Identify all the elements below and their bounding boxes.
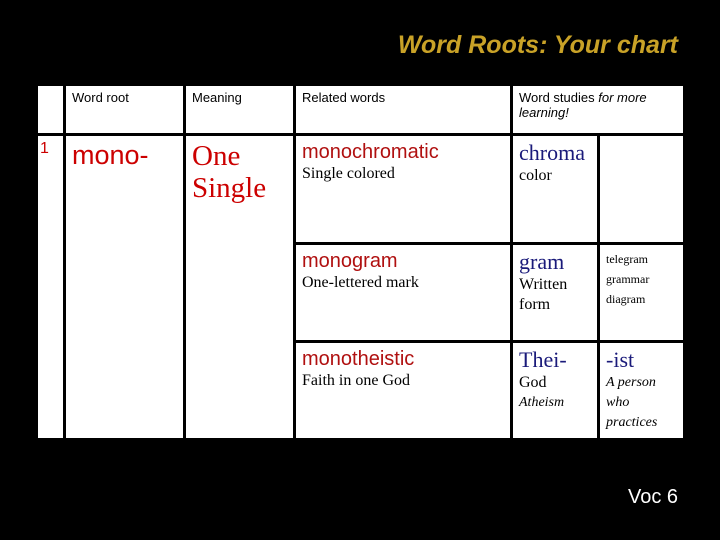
study-word: gram — [519, 249, 565, 274]
word-roots-table: Word root Meaning Related words Word stu… — [35, 83, 686, 441]
related-definition: One-lettered mark — [302, 274, 419, 291]
header-related-words: Related words — [293, 83, 513, 136]
entry-root-cell: mono- — [63, 133, 186, 441]
study-word: chroma — [519, 140, 585, 165]
more-learning-cell — [597, 133, 686, 245]
entry-number: 1 — [35, 133, 66, 441]
header-word-studies: Word studies for more learning! — [510, 83, 686, 136]
study-definition: God — [519, 374, 547, 391]
more-word-item: diagram — [606, 292, 646, 306]
study-definition: Written form — [519, 276, 568, 313]
page-title: Word Roots: Your chart — [397, 31, 678, 59]
related-word-cell: monotheistic Faith in one God — [293, 340, 513, 441]
related-word: monogram — [302, 250, 398, 272]
meaning-line: Single — [192, 172, 267, 204]
study-definition: color — [519, 167, 552, 184]
related-word-cell: monochromatic Single colored — [293, 133, 513, 245]
meaning-line: One — [192, 140, 241, 172]
related-definition: Faith in one God — [302, 372, 410, 389]
table-row: 1 mono- One Single monochromatic Single … — [35, 133, 686, 441]
more-learning-cell: telegram grammar diagram — [597, 242, 686, 343]
more-word-item: telegram — [606, 252, 648, 266]
study-word: Thei- — [519, 347, 567, 372]
word-study-cell: chroma color — [510, 133, 600, 245]
header-meaning: Meaning — [183, 83, 296, 136]
header-row: Word root Meaning Related words Word stu… — [35, 83, 686, 136]
slide-label: Voc 6 — [628, 486, 679, 508]
header-word-root: Word root — [63, 83, 186, 136]
word-study-cell: gram Written form — [510, 242, 600, 343]
related-definition: Single colored — [302, 165, 395, 182]
header-number-cell — [35, 83, 66, 136]
entry-meaning-cell: One Single — [183, 133, 296, 441]
related-word-cell: monogram One-lettered mark — [293, 242, 513, 343]
related-word: monotheistic — [302, 348, 415, 370]
more-word-item: grammar — [606, 272, 650, 286]
word-study-cell: Thei- God Atheism — [510, 340, 600, 441]
related-word: monochromatic — [302, 141, 439, 163]
more-word: -ist — [606, 347, 635, 372]
more-definition: A person who practices — [606, 375, 658, 430]
word-root: mono- — [72, 140, 149, 170]
study-example: Atheism — [519, 395, 565, 410]
more-learning-cell: -ist A person who practices — [597, 340, 686, 441]
